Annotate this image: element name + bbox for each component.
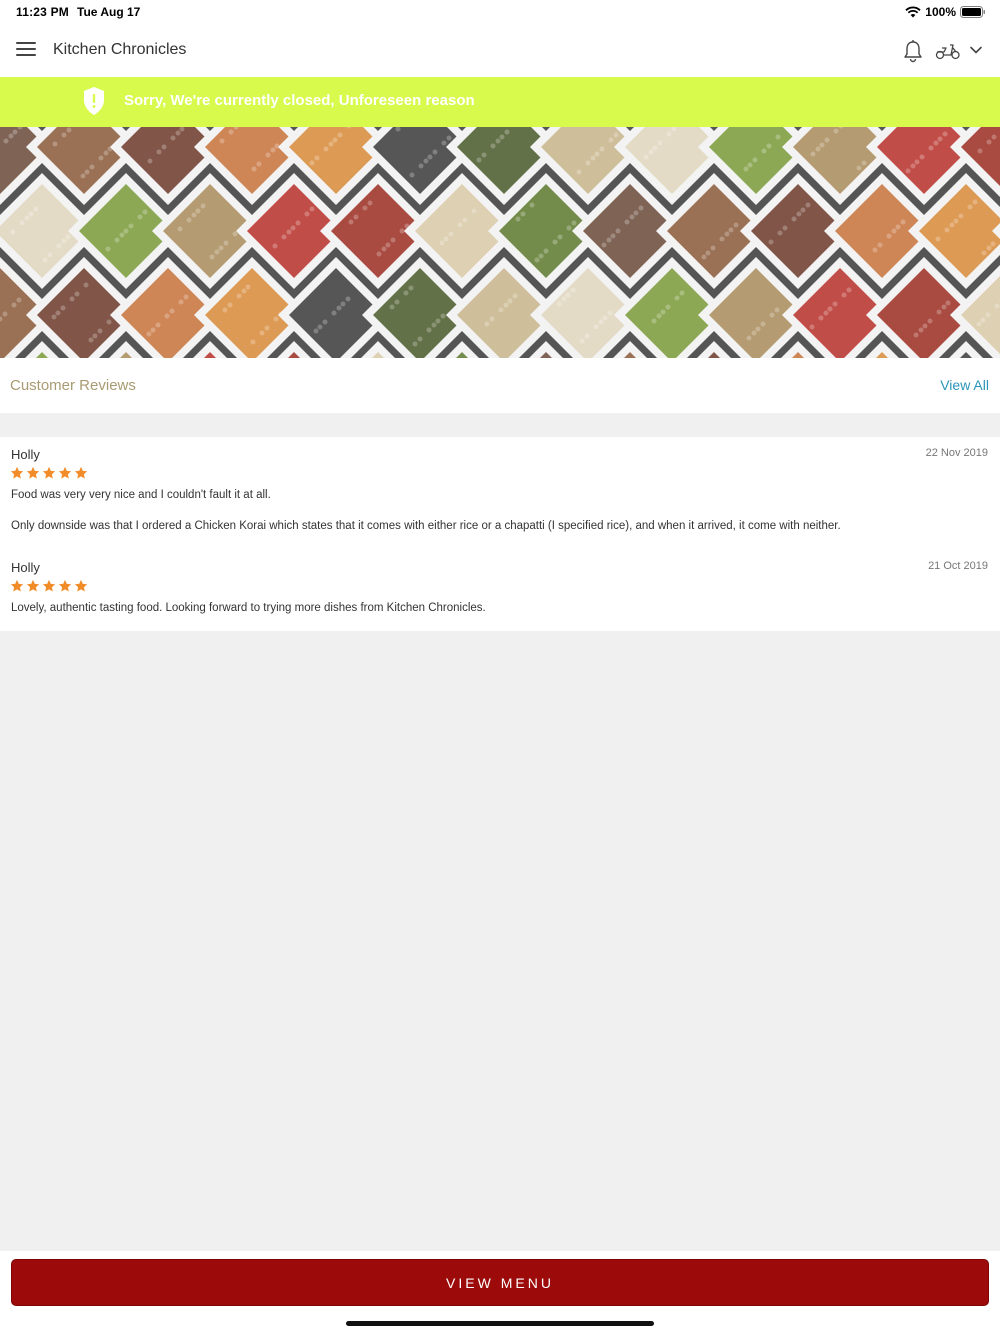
- review-rating: [10, 579, 88, 593]
- home-indicator: [346, 1321, 654, 1326]
- battery-percent: 100%: [925, 5, 956, 19]
- battery-icon: [960, 6, 985, 18]
- status-indicators: 100%: [905, 4, 986, 20]
- review-date: 21 Oct 2019: [928, 560, 988, 572]
- star-icon: [58, 466, 72, 479]
- review-text: Food was very very nice and I couldn't f…: [11, 489, 271, 501]
- review-item: Holly 22 Nov 2019 Food was very very nic…: [0, 447, 1000, 547]
- app-header: Kitchen Chronicles: [0, 24, 1000, 77]
- status-date: Tue Aug 17: [77, 5, 141, 19]
- reviews-header: Customer Reviews View All: [0, 358, 1000, 413]
- menu-icon[interactable]: [16, 42, 36, 58]
- star-icon: [74, 466, 88, 479]
- chevron-down-icon[interactable]: [969, 44, 983, 56]
- star-icon: [74, 579, 88, 592]
- bottom-bar: VIEW MENU: [0, 1251, 1000, 1334]
- star-icon: [58, 579, 72, 592]
- bell-icon[interactable]: [902, 39, 924, 63]
- star-icon: [26, 579, 40, 592]
- star-icon: [42, 466, 56, 479]
- scooter-icon[interactable]: [935, 42, 961, 60]
- hero-image: [0, 127, 1000, 358]
- view-all-link[interactable]: View All: [940, 377, 989, 393]
- review-rating: [10, 466, 88, 480]
- status-time: 11:23 PM: [16, 5, 69, 19]
- closed-message: Sorry, We're currently closed, Unforesee…: [124, 92, 475, 109]
- star-icon: [10, 579, 24, 592]
- review-text-continued: Only downside was that I ordered a Chick…: [11, 520, 841, 532]
- star-icon: [42, 579, 56, 592]
- reviews-title: Customer Reviews: [10, 377, 136, 394]
- shield-alert-icon: [84, 87, 104, 115]
- app-title: Kitchen Chronicles: [53, 41, 187, 58]
- review-author: Holly: [11, 560, 40, 575]
- star-icon: [10, 466, 24, 479]
- status-bar: 11:23 PM Tue Aug 17 100%: [0, 0, 1000, 24]
- star-icon: [26, 466, 40, 479]
- review-author: Holly: [11, 447, 40, 462]
- closed-banner: Sorry, We're currently closed, Unforesee…: [0, 77, 1000, 127]
- wifi-icon: [905, 6, 921, 18]
- view-menu-button[interactable]: VIEW MENU: [11, 1259, 989, 1306]
- review-text: Lovely, authentic tasting food. Looking …: [11, 602, 486, 614]
- review-item: Holly 21 Oct 2019 Lovely, authentic tast…: [0, 560, 1000, 620]
- review-date: 22 Nov 2019: [925, 447, 988, 459]
- reviews-list: Holly 22 Nov 2019 Food was very very nic…: [0, 437, 1000, 631]
